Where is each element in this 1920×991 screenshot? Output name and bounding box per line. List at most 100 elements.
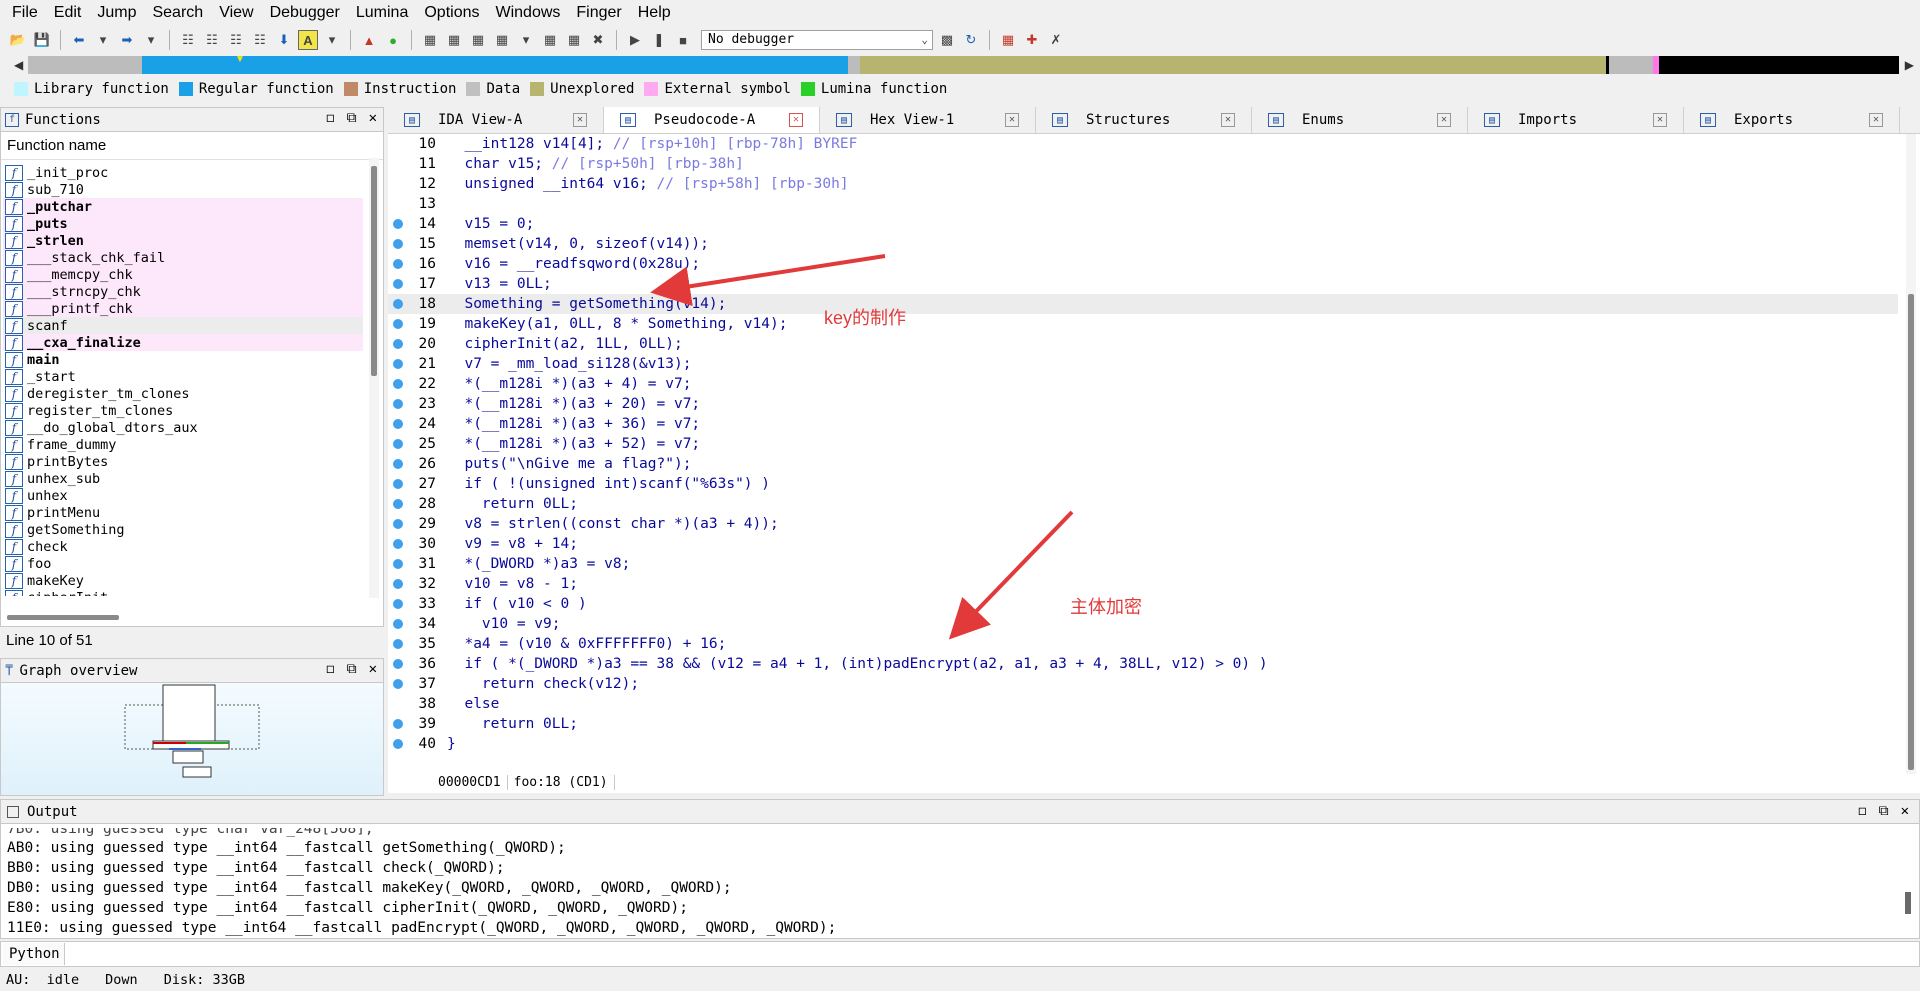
tab-enums[interactable]: ▤ Enums ✕ [1252,107,1468,133]
close-icon[interactable]: ✕ [369,110,377,126]
debugger-select[interactable]: No debugger ⌄ [701,30,933,50]
function-list-item[interactable]: f unhex_sub [3,470,363,487]
menu-view[interactable]: View [211,0,261,26]
tab-exports[interactable]: ▤ Exports ✕ [1684,107,1900,133]
search-binary-icon[interactable]: ☷ [178,30,198,50]
functions-scrollbar[interactable] [369,158,379,598]
function-list-item[interactable]: f _puts [3,215,363,232]
code-line[interactable]: 14 v15 = 0; [388,214,1898,234]
function-list-item[interactable]: f __cxa_finalize [3,334,363,351]
forward-icon[interactable]: ➡ [117,30,137,50]
python-language-button[interactable]: Python [3,943,65,965]
code-line[interactable]: 22 *(__m128i *)(a3 + 4) = v7; [388,374,1898,394]
scrollbar-thumb[interactable] [1908,294,1914,770]
function-list-item[interactable]: f check [3,538,363,555]
breakpoint-dot-icon[interactable] [393,679,403,689]
breakpoint-dot-icon[interactable] [393,659,403,669]
breakpoint-dot-icon[interactable] [393,479,403,489]
code-line[interactable]: 38 else [388,694,1898,714]
breakpoint-dot-icon[interactable] [393,499,403,509]
code-line[interactable]: 37 return check(v12); [388,674,1898,694]
function-list-item[interactable]: f register_tm_clones [3,402,363,419]
code-line[interactable]: 18 Something = getSomething(v14); [388,294,1898,314]
code-line[interactable]: 24 *(__m128i *)(a3 + 36) = v7; [388,414,1898,434]
code-line[interactable]: 34 v10 = v9; [388,614,1898,634]
functions-hscrollbar[interactable] [7,615,119,620]
code-line[interactable]: 17 v13 = 0LL; [388,274,1898,294]
code-line[interactable]: 20 cipherInit(a2, 1LL, 0LL); [388,334,1898,354]
breakpoint-dot-icon[interactable] [393,539,403,549]
nav-left-arrow-icon[interactable]: ◀ [14,58,23,72]
pause-icon[interactable]: ❚ [649,30,669,50]
code-line[interactable]: 12 unsigned __int64 v16; // [rsp+58h] [r… [388,174,1898,194]
function-list-item[interactable]: f sub_710 [3,181,363,198]
breakpoint-dot-icon[interactable] [393,439,403,449]
breakpoint-dot-icon[interactable] [393,359,403,369]
undefine-icon[interactable]: ✖ [588,30,608,50]
function-icon[interactable]: ▦ [564,30,584,50]
function-list-item[interactable]: f _putchar [3,198,363,215]
menu-help[interactable]: Help [630,0,679,26]
string-icon[interactable]: ▦ [468,30,488,50]
code-line[interactable]: 28 return 0LL; [388,494,1898,514]
breakpoint-dot-icon[interactable] [393,599,403,609]
code-line[interactable]: 21 v7 = _mm_load_si128(&v13); [388,354,1898,374]
open-file-icon[interactable]: 📂 [8,30,28,50]
code-line[interactable]: 15 memset(v14, 0, sizeof(v14)); [388,234,1898,254]
data-icon[interactable]: ▦ [444,30,464,50]
nav-right-arrow-icon[interactable]: ▶ [1905,58,1914,72]
breakpoint-dot-icon[interactable] [393,419,403,429]
function-list-item[interactable]: f __do_global_dtors_aux [3,419,363,436]
function-list-item[interactable]: f main [3,351,363,368]
function-list-item[interactable]: f getSomething [3,521,363,538]
code-line[interactable]: 30 v9 = v8 + 14; [388,534,1898,554]
code-line[interactable]: 36 if ( *(_DWORD *)a3 == 38 && (v12 = a4… [388,654,1898,674]
code-line[interactable]: 27 if ( !(unsigned int)scanf("%63s") ) [388,474,1898,494]
menu-finger[interactable]: Finger [568,0,629,26]
graph-icon[interactable]: ▲ [359,30,379,50]
function-list-item[interactable]: f ___memcpy_chk [3,266,363,283]
breakpoint-dot-icon[interactable] [393,219,403,229]
function-list-item[interactable]: f ___printf_chk [3,300,363,317]
code-line[interactable]: 31 *(_DWORD *)a3 = v8; [388,554,1898,574]
code-line[interactable]: 32 v10 = v8 - 1; [388,574,1898,594]
search-next-icon[interactable]: ☷ [250,30,270,50]
scrollbar-thumb[interactable] [1905,892,1911,914]
back-icon[interactable]: ⬅ [69,30,89,50]
breakpoint-dot-icon[interactable] [393,299,403,309]
menu-options[interactable]: Options [416,0,487,26]
code-line[interactable]: 16 v16 = __readfsqword(0x28u); [388,254,1898,274]
chevron-down-icon[interactable]: ▾ [141,30,161,50]
close-icon[interactable]: ✕ [369,661,377,677]
float-icon[interactable]: ⧉ [1879,803,1889,819]
save-icon[interactable]: 💾 [32,30,52,50]
function-list-item[interactable]: f cipherInit [3,589,363,596]
float-icon[interactable]: ⧉ [347,661,357,677]
search-immediate-icon[interactable]: ☷ [226,30,246,50]
maximize-icon[interactable]: ◻ [1858,803,1866,819]
delete-breakpoint-icon[interactable]: ✗ [1046,30,1066,50]
code-scrollbar[interactable] [1906,134,1916,774]
pseudocode-view[interactable]: 10 __int128 v14[4]; // [rsp+10h] [rbp-78… [388,133,1920,793]
close-icon[interactable]: ✕ [573,113,587,127]
tab-pseudocode-a[interactable]: ▤ Pseudocode-A ✕ [604,107,820,133]
float-icon[interactable]: ⧉ [347,110,357,126]
maximize-icon[interactable]: ◻ [326,110,334,126]
code-line[interactable]: 11 char v15; // [rsp+50h] [rbp-38h] [388,154,1898,174]
function-name-column-header[interactable]: Function name [1,132,383,160]
breakpoint-dot-icon[interactable] [393,739,403,749]
chevron-down-icon[interactable]: ▾ [322,30,342,50]
output-scrollbar[interactable] [1905,828,1911,932]
tab-imports[interactable]: ▤ Imports ✕ [1468,107,1684,133]
code-line[interactable]: 26 puts("\nGive me a flag?"); [388,454,1898,474]
tab-ida-view-a[interactable]: ▤ IDA View-A ✕ [388,107,604,133]
breakpoint-dot-icon[interactable] [393,639,403,649]
code-line[interactable]: 13 [388,194,1898,214]
code-line[interactable]: 39 return 0LL; [388,714,1898,734]
navigation-band[interactable]: ◀ ▼ ▶ [0,54,1920,78]
chevron-down-icon[interactable]: ▾ [516,30,536,50]
breakpoint-dot-icon[interactable] [393,259,403,269]
function-list-item[interactable]: f ___stack_chk_fail [3,249,363,266]
breakpoint-dot-icon[interactable] [393,519,403,529]
code-icon[interactable]: ▦ [420,30,440,50]
